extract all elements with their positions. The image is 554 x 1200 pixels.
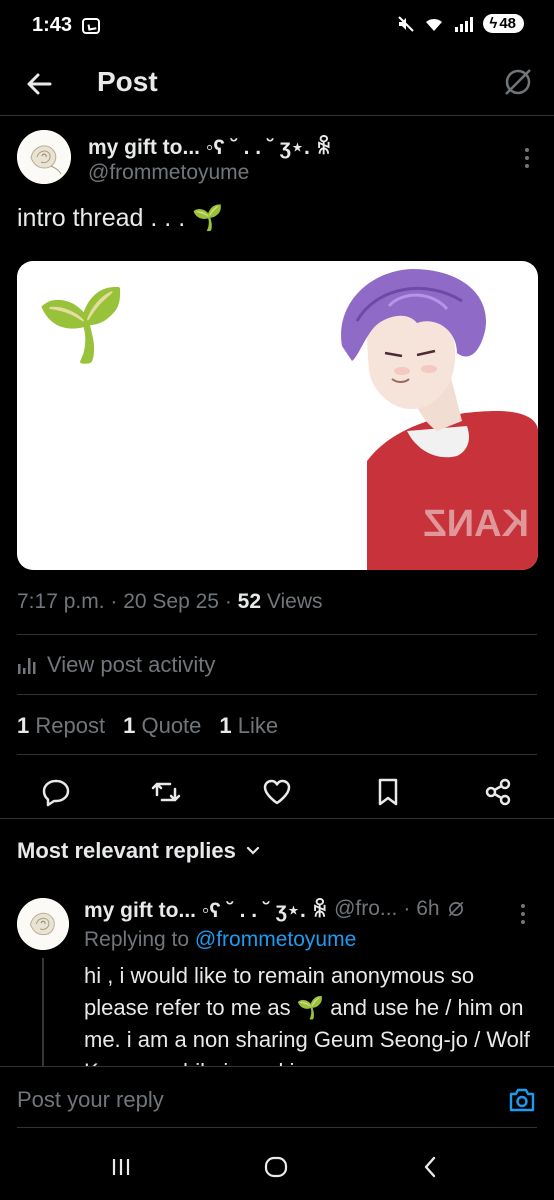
divider	[17, 754, 537, 755]
wifi-icon	[426, 18, 443, 31]
home-icon[interactable]	[261, 1152, 291, 1182]
gallery-notification-icon	[82, 18, 100, 34]
system-nav-bar	[0, 1132, 554, 1200]
grok-icon[interactable]	[446, 899, 466, 919]
top-bar: Post	[0, 56, 554, 116]
battery-indicator: ϟ 48	[483, 14, 524, 33]
bookmark-icon[interactable]	[372, 776, 404, 808]
status-time: 1:43	[32, 14, 73, 36]
post-time: 7:17 p.m.	[17, 590, 105, 613]
views-label: Views	[266, 590, 323, 613]
replying-to-line: Replying to @frommetoyume	[84, 928, 357, 951]
reply-time: · 6h	[403, 897, 440, 920]
composer-underline	[17, 1127, 537, 1128]
more-options-icon[interactable]	[516, 904, 530, 924]
analytics-icon	[18, 658, 36, 674]
post-actions	[0, 776, 554, 816]
post-image[interactable]: 🌱 KANZ	[17, 261, 538, 570]
reply-input[interactable]	[17, 1087, 457, 1113]
rose-avatar-image	[17, 130, 71, 184]
battery-level: 48	[499, 15, 516, 32]
thread-line	[42, 958, 44, 1070]
status-icons: ϟ 48	[397, 14, 524, 33]
repost-stat[interactable]: 1 Repost	[17, 713, 105, 739]
share-icon[interactable]	[482, 776, 514, 808]
repost-icon[interactable]	[150, 776, 182, 808]
svg-text:KANZ: KANZ	[423, 503, 529, 545]
replies-sort-label: Most relevant replies	[17, 838, 236, 863]
like-stat[interactable]: 1 Like	[219, 713, 278, 739]
reply-header: my gift to... ◦ʕ ˘ . . ˘ ʒ⋆. ꆜ @fro... ·…	[84, 895, 466, 923]
reply-item[interactable]: my gift to... ◦ʕ ˘ . . ˘ ʒ⋆. ꆜ @fro... ·…	[0, 890, 554, 1070]
divider	[0, 818, 554, 819]
divider	[17, 694, 537, 695]
views-count: 52	[237, 590, 262, 613]
mute-icon	[398, 15, 415, 32]
author-avatar[interactable]	[17, 130, 71, 184]
more-options-icon[interactable]	[520, 148, 534, 168]
author-name[interactable]: my gift to... ◦ʕ ˘ . . ˘ ʒ⋆. ꆜ	[88, 132, 332, 160]
engagement-stats: 1 Repost 1 Quote 1 Like	[17, 713, 278, 739]
rose-avatar-image	[17, 898, 69, 950]
reply-text: hi , i would like to remain anonymous so…	[84, 963, 530, 1070]
reply-author-name[interactable]: my gift to... ◦ʕ ˘ . . ˘ ʒ⋆. ꆜ	[84, 895, 328, 923]
view-activity-label: View post activity	[47, 652, 216, 677]
camera-icon[interactable]	[508, 1087, 536, 1113]
recent-apps-icon[interactable]	[106, 1152, 136, 1182]
grok-icon[interactable]	[500, 64, 536, 100]
divider	[17, 634, 537, 635]
quote-stat[interactable]: 1 Quote	[123, 713, 201, 739]
post-text: intro thread . . . 🌱	[17, 204, 224, 232]
reply-author-handle[interactable]: @fro...	[334, 897, 397, 921]
character-illustration: KANZ	[341, 269, 538, 570]
charging-icon: ϟ	[489, 15, 498, 32]
back-icon[interactable]	[416, 1152, 446, 1182]
chevron-down-icon	[246, 846, 259, 855]
view-activity-link[interactable]: View post activity	[17, 652, 215, 678]
signal-icon	[455, 16, 474, 32]
like-icon[interactable]	[261, 776, 293, 808]
author-handle[interactable]: @frommetoyume	[88, 161, 249, 185]
reply-icon[interactable]	[40, 776, 72, 808]
post-meta: 7:17 p.m. · 20 Sep 25 · 52 Views	[17, 590, 323, 613]
back-arrow-icon[interactable]	[22, 66, 58, 102]
mention-link[interactable]: @frommetoyume	[195, 928, 356, 951]
replies-sort-dropdown[interactable]: Most relevant replies	[17, 838, 260, 864]
status-bar: 1:43 ϟ 48	[0, 0, 554, 56]
page-title: Post	[97, 66, 158, 97]
reply-author-avatar[interactable]	[17, 898, 69, 950]
reply-composer	[0, 1066, 554, 1132]
post-date: 20 Sep 25	[123, 590, 219, 613]
